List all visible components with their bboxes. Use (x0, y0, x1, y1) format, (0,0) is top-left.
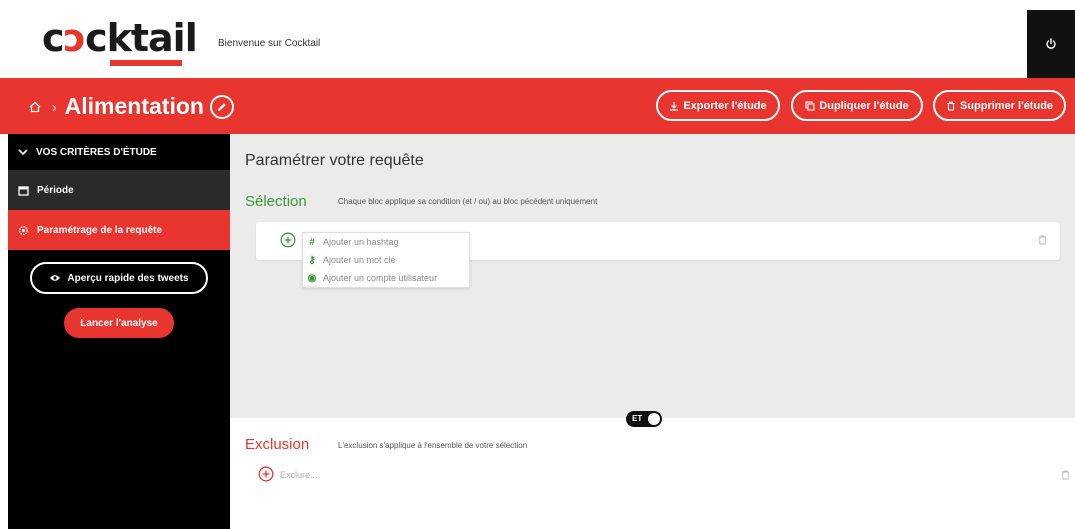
logout-button[interactable] (1027, 10, 1075, 78)
key-icon: ⚷ (308, 254, 316, 266)
export-button[interactable]: Exporter l'étude (656, 90, 780, 121)
delete-label: Supprimer l'étude (959, 99, 1054, 112)
welcome-text: Bienvenue sur Cocktail (218, 38, 321, 49)
sidebar-item-label: Paramétrage de la requête (37, 224, 163, 236)
breadcrumb: › Alimentation (28, 93, 234, 120)
breadcrumb-separator: › (52, 98, 57, 115)
toggle-knob (648, 413, 660, 425)
edit-title-button[interactable] (209, 94, 234, 119)
sidebar: VOS CRITÈRES D'ÉTUDE Période Paramétrage… (8, 134, 230, 529)
duplicate-label: Dupliquer l'étude (819, 99, 909, 112)
sidebar-item-query-settings[interactable]: Paramétrage de la requête (8, 210, 230, 250)
add-user-account-item[interactable]: ◉ Ajouter un compte utilisateur (303, 269, 469, 287)
duplicate-button[interactable]: Dupliquer l'étude (791, 90, 923, 121)
study-header: › Alimentation Exporter l'étude Duplique… (0, 78, 1075, 134)
and-or-toggle[interactable]: ET (626, 411, 662, 427)
pencil-icon (217, 102, 226, 111)
calendar-icon (18, 185, 29, 196)
hashtag-icon: # (309, 236, 315, 248)
user-icon: ◉ (307, 272, 317, 284)
menu-item-label: Ajouter un mot clé (323, 255, 396, 265)
power-icon (1046, 38, 1056, 49)
top-bar: c ɔ cktail Bienvenue sur Cocktail (0, 0, 1075, 78)
exclude-input[interactable]: Exclure... (280, 470, 318, 480)
query-title: Paramétrer votre requête (245, 152, 424, 169)
add-exclusion-icon[interactable] (258, 466, 274, 482)
add-hashtag-item[interactable]: # Ajouter un hashtag (303, 233, 469, 251)
add-keyword-item[interactable]: ⚷ Ajouter un mot clé (303, 251, 469, 269)
page-title: Alimentation (64, 93, 204, 119)
export-label: Exporter l'étude (683, 99, 767, 112)
exclusion-panel (230, 418, 1075, 529)
tweet-preview-label: Aperçu rapide des tweets (67, 272, 189, 284)
selection-title: Sélection (245, 193, 307, 210)
logo-tagline (110, 60, 182, 66)
gear-icon (19, 225, 28, 235)
add-criterion-menu: # Ajouter un hashtag ⚷ Ajouter un mot cl… (302, 232, 470, 288)
menu-item-label: Ajouter un compte utilisateur (323, 273, 438, 283)
add-criterion-icon[interactable] (280, 232, 296, 248)
eye-icon (50, 275, 61, 281)
selection-note: Chaque bloc applique sa condition (et / … (338, 197, 598, 206)
sidebar-item-label: Période (37, 184, 74, 196)
criteria-heading[interactable]: VOS CRITÈRES D'ÉTUDE (8, 134, 230, 170)
chevron-down-icon (18, 149, 28, 156)
menu-item-label: Ajouter un hashtag (323, 237, 399, 247)
trash-icon (947, 101, 955, 111)
sidebar-item-period[interactable]: Période (8, 170, 230, 210)
download-icon (670, 101, 679, 111)
trash-icon[interactable] (1061, 470, 1070, 480)
trash-icon[interactable] (1038, 235, 1047, 245)
home-icon[interactable] (28, 100, 42, 114)
exclusion-title: Exclusion (245, 436, 310, 453)
delete-button[interactable]: Supprimer l'étude (933, 90, 1066, 121)
exclusion-note: L'exclusion s'applique à l'ensemble de v… (338, 441, 528, 450)
toggle-label: ET (632, 414, 643, 423)
cocktail-logo[interactable]: c ɔ cktail (42, 18, 202, 66)
criteria-heading-label: VOS CRITÈRES D'ÉTUDE (36, 146, 157, 158)
launch-analysis-button[interactable]: Lancer l'analyse (64, 308, 174, 338)
tweet-preview-button[interactable]: Aperçu rapide des tweets (30, 262, 208, 294)
copy-icon (805, 100, 815, 111)
